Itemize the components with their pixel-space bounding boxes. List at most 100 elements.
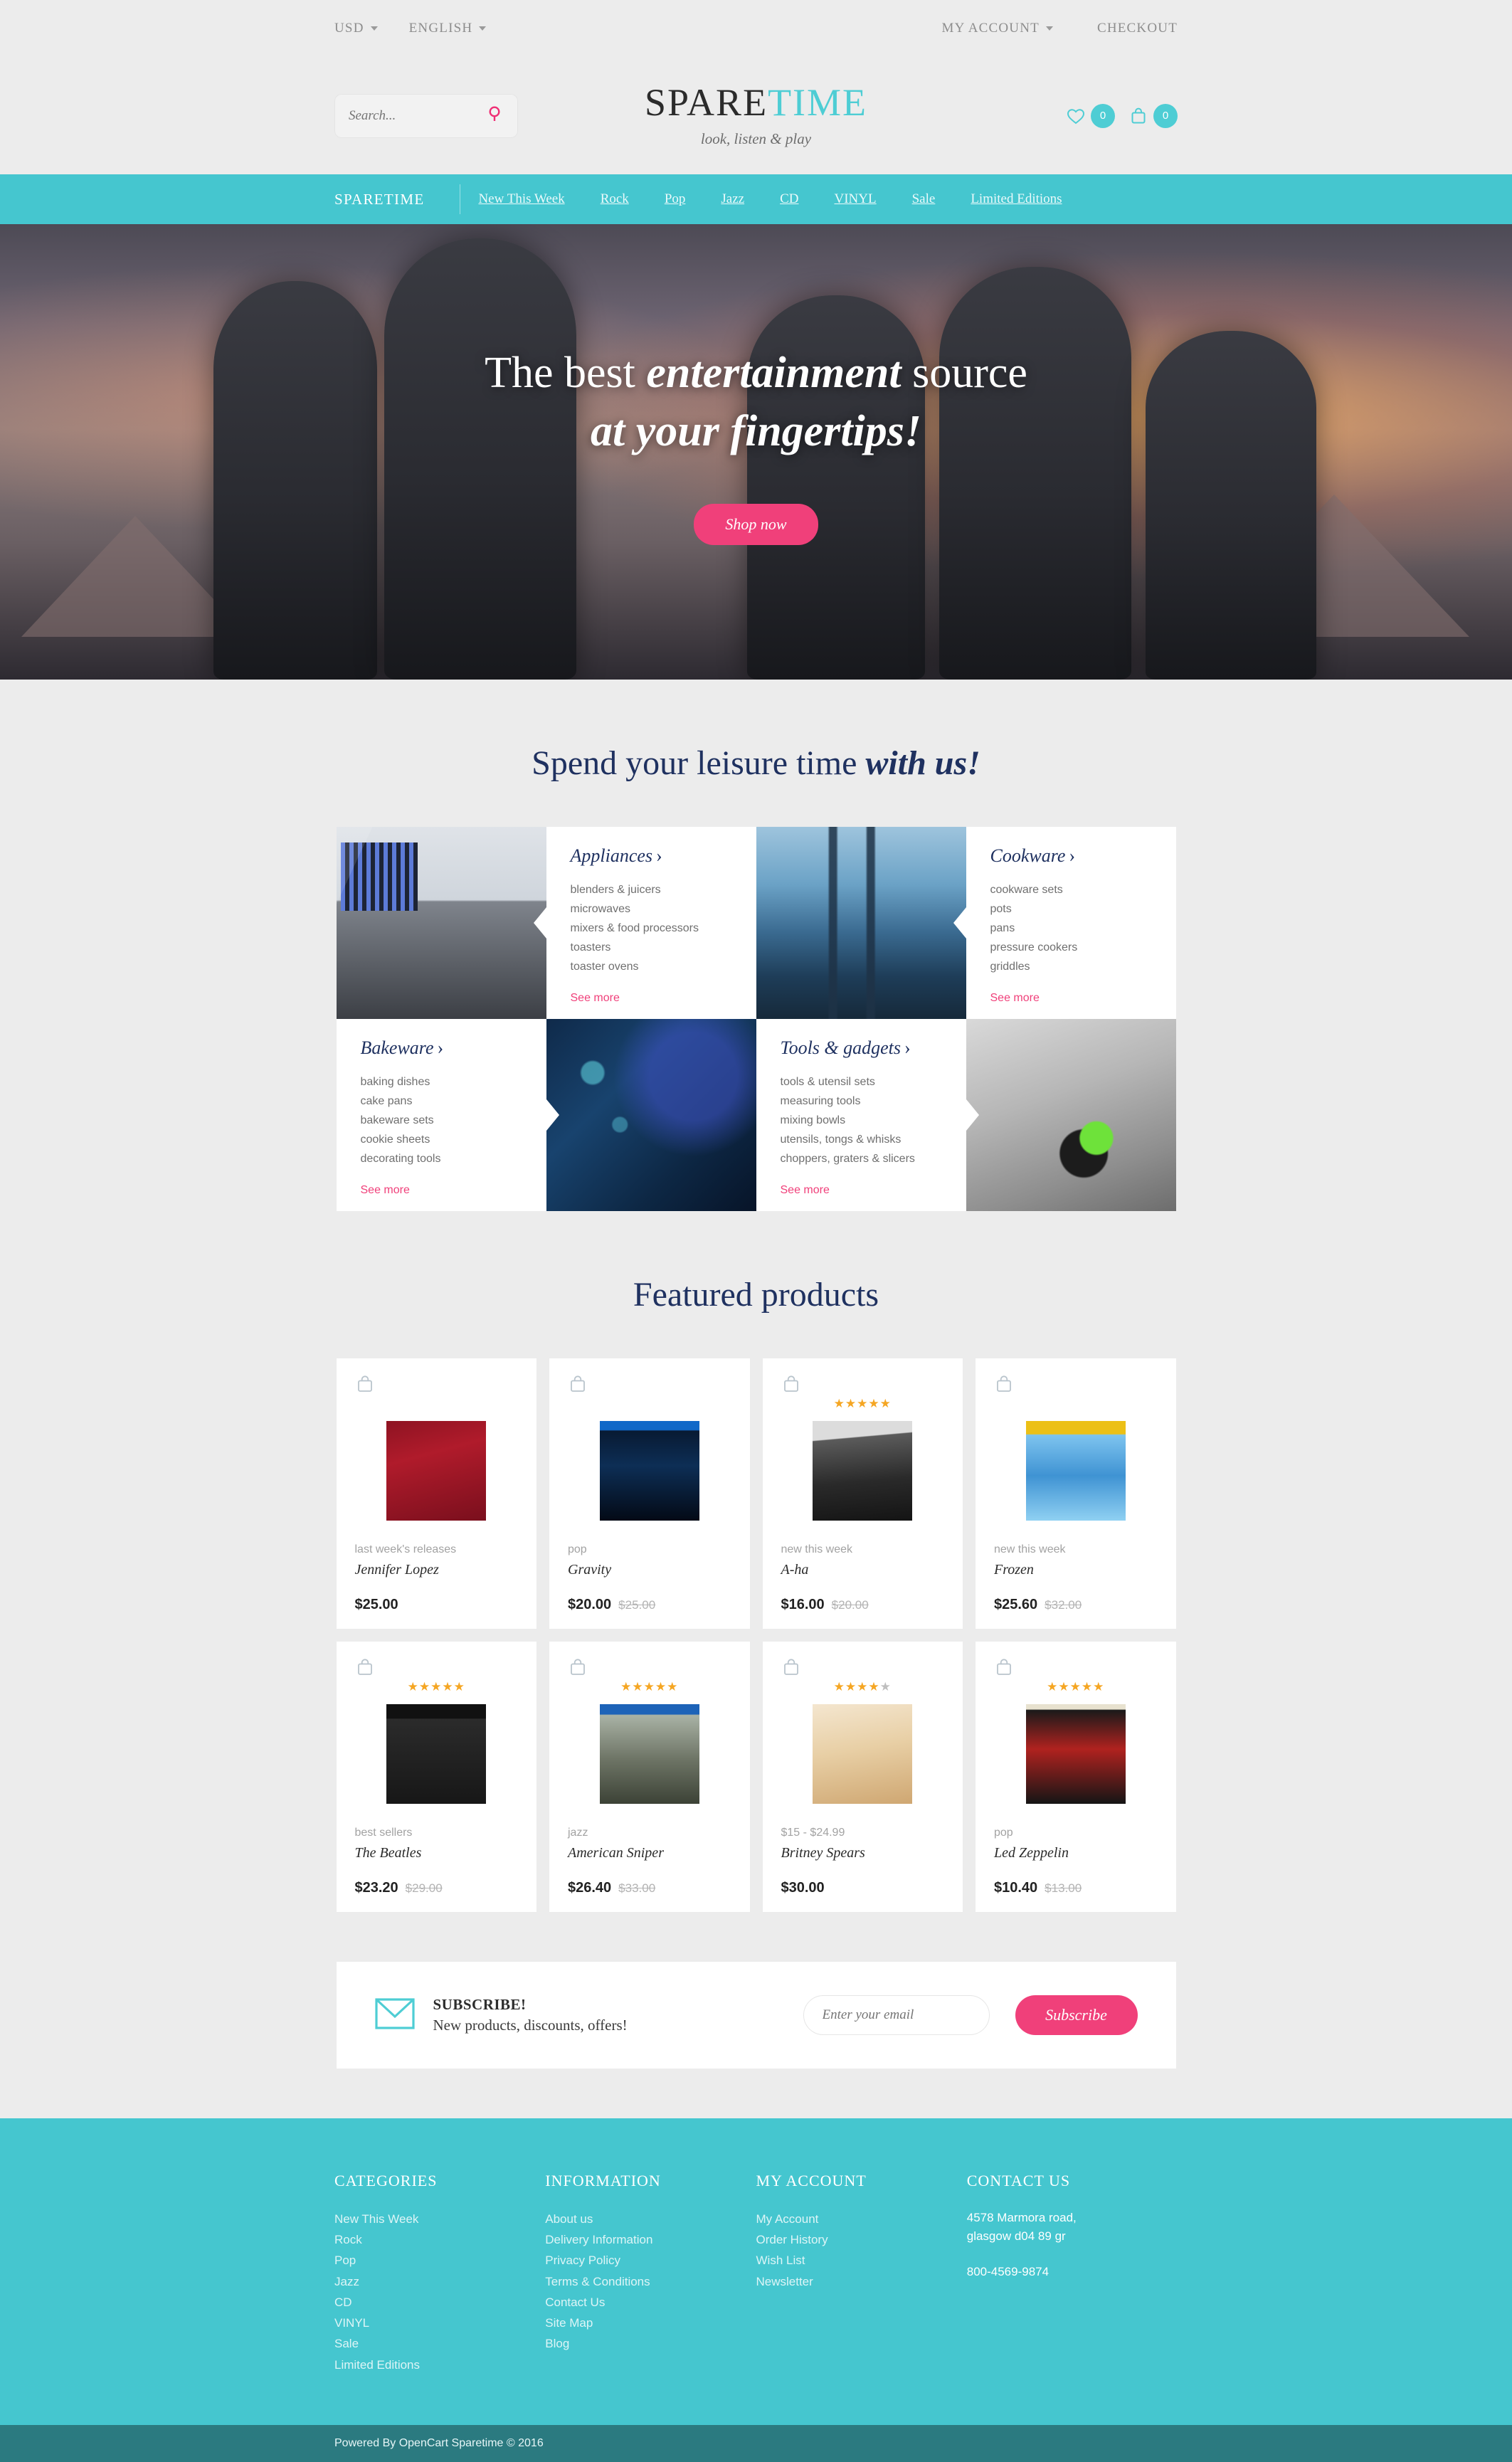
product-cover-image[interactable] <box>1025 1704 1126 1804</box>
product-name[interactable]: Led Zeppelin <box>994 1845 1158 1861</box>
product-name[interactable]: A-ha <box>781 1562 945 1578</box>
search-input[interactable] <box>349 107 470 124</box>
search-box[interactable] <box>334 93 518 138</box>
category-title-bakeware[interactable]: Bakeware › <box>361 1037 522 1059</box>
footer-phone[interactable]: 800-4569-9874 <box>967 2265 1178 2279</box>
product-name[interactable]: American Sniper <box>568 1845 731 1861</box>
wishlist-widget[interactable]: 0 <box>1065 103 1115 128</box>
list-item[interactable]: baking dishes <box>361 1073 522 1092</box>
nav-item-cd[interactable]: CD <box>762 191 816 207</box>
see-more-appliances[interactable]: See more <box>571 992 620 1005</box>
list-item[interactable]: blenders & juicers <box>571 881 732 900</box>
footer-account-link[interactable]: Wish List <box>756 2250 967 2271</box>
nav-item-jazz[interactable]: Jazz <box>703 191 762 207</box>
language-selector[interactable]: ENGLISH <box>409 21 487 36</box>
product-card[interactable]: ★★★★★ best sellers The Beatles $23.20 $29.00 <box>336 1642 536 1912</box>
footer-information-link[interactable]: Contact Us <box>545 2292 756 2313</box>
footer-category-link[interactable]: Rock <box>334 2229 545 2250</box>
list-item[interactable]: griddles <box>990 958 1152 977</box>
subscribe-button[interactable]: Subscribe <box>1015 1995 1138 2035</box>
nav-item-rock[interactable]: Rock <box>583 191 647 207</box>
list-item[interactable]: cookware sets <box>990 881 1152 900</box>
product-card[interactable]: ★last week's releasesJennifer Lopez$25.0… <box>336 1358 536 1629</box>
category-title-cookware[interactable]: Cookware › <box>990 845 1152 867</box>
product-cover-image[interactable] <box>599 1704 699 1804</box>
nav-item-sale[interactable]: Sale <box>894 191 953 207</box>
add-to-cart-icon[interactable] <box>781 1657 801 1681</box>
footer-category-link[interactable]: Jazz <box>334 2271 545 2292</box>
email-field[interactable] <box>803 1995 990 2035</box>
product-name[interactable]: Gravity <box>568 1562 731 1578</box>
list-item[interactable]: utensils, tongs & whisks <box>781 1131 942 1150</box>
product-cover-image[interactable] <box>599 1421 699 1521</box>
add-to-cart-icon[interactable] <box>355 1657 375 1681</box>
footer-category-link[interactable]: Limited Editions <box>334 2355 545 2375</box>
footer-account-link[interactable]: Order History <box>756 2229 967 2250</box>
list-item[interactable]: bakeware sets <box>361 1111 522 1131</box>
list-item[interactable]: decorating tools <box>361 1150 522 1169</box>
nav-item-vinyl[interactable]: VINYL <box>817 191 894 207</box>
footer-account-link[interactable]: Newsletter <box>756 2271 967 2292</box>
product-name[interactable]: Britney Spears <box>781 1845 945 1861</box>
add-to-cart-icon[interactable] <box>568 1374 588 1398</box>
category-image-bakeware[interactable] <box>546 1019 756 1211</box>
footer-category-link[interactable]: Pop <box>334 2250 545 2271</box>
see-more-bakeware[interactable]: See more <box>361 1184 410 1197</box>
add-to-cart-icon[interactable] <box>994 1657 1014 1681</box>
search-icon[interactable] <box>488 106 504 125</box>
product-card[interactable]: ★★★★★ jazz American Sniper $26.40 $33.00 <box>549 1642 750 1912</box>
list-item[interactable]: cookie sheets <box>361 1131 522 1150</box>
list-item[interactable]: microwaves <box>571 900 732 919</box>
add-to-cart-icon[interactable] <box>994 1374 1014 1398</box>
product-card[interactable]: ★★★★★ new this week A-ha $16.00 $20.00 <box>762 1358 963 1629</box>
product-cover-image[interactable] <box>813 1421 913 1521</box>
my-account-menu[interactable]: MY ACCOUNT <box>942 21 1053 36</box>
footer-category-link[interactable]: Sale <box>334 2333 545 2354</box>
product-card[interactable]: ★popGravity$20.00$25.00 <box>549 1358 750 1629</box>
list-item[interactable]: mixing bowls <box>781 1111 942 1131</box>
footer-information-link[interactable]: Privacy Policy <box>545 2250 756 2271</box>
add-to-cart-icon[interactable] <box>781 1374 801 1398</box>
footer-information-link[interactable]: Blog <box>545 2333 756 2354</box>
nav-brand[interactable]: SPARETIME <box>334 184 461 214</box>
see-more-tools-gadgets[interactable]: See more <box>781 1184 830 1197</box>
product-cover-image[interactable] <box>1025 1421 1126 1521</box>
category-image-appliances[interactable] <box>336 827 546 1019</box>
list-item[interactable]: tools & utensil sets <box>781 1073 942 1092</box>
category-image-tools-gadgets[interactable] <box>966 1019 1176 1211</box>
category-title-tools-gadgets[interactable]: Tools & gadgets › <box>781 1037 942 1059</box>
footer-category-link[interactable]: VINYL <box>334 2313 545 2333</box>
list-item[interactable]: pots <box>990 900 1152 919</box>
product-cover-image[interactable] <box>386 1704 487 1804</box>
list-item[interactable]: pressure cookers <box>990 939 1152 958</box>
product-cover-image[interactable] <box>386 1421 487 1521</box>
footer-information-link[interactable]: Terms & Conditions <box>545 2271 756 2292</box>
footer-information-link[interactable]: Site Map <box>545 2313 756 2333</box>
product-card[interactable]: ★★★★★ pop Led Zeppelin $10.40 $13.00 <box>976 1642 1176 1912</box>
footer-information-link[interactable]: Delivery Information <box>545 2229 756 2250</box>
list-item[interactable]: measuring tools <box>781 1092 942 1111</box>
list-item[interactable]: mixers & food processors <box>571 919 732 939</box>
footer-category-link[interactable]: New This Week <box>334 2209 545 2229</box>
footer-category-link[interactable]: CD <box>334 2292 545 2313</box>
list-item[interactable]: toasters <box>571 939 732 958</box>
list-item[interactable]: toaster ovens <box>571 958 732 977</box>
product-name[interactable]: Frozen <box>994 1562 1158 1578</box>
nav-item-limited-editions[interactable]: Limited Editions <box>953 191 1079 207</box>
list-item[interactable]: pans <box>990 919 1152 939</box>
footer-account-link[interactable]: My Account <box>756 2209 967 2229</box>
footer-information-link[interactable]: About us <box>545 2209 756 2229</box>
product-name[interactable]: The Beatles <box>355 1845 519 1861</box>
shop-now-button[interactable]: Shop now <box>694 503 818 545</box>
category-image-cookware[interactable] <box>756 827 966 1019</box>
site-logo[interactable]: SPARETIME <box>645 83 867 122</box>
cart-widget[interactable]: 0 <box>1128 103 1178 128</box>
add-to-cart-icon[interactable] <box>568 1657 588 1681</box>
nav-item-new-this-week[interactable]: New This Week <box>460 191 582 207</box>
currency-selector[interactable]: USD <box>334 21 378 36</box>
checkout-link[interactable]: CHECKOUT <box>1097 21 1178 36</box>
list-item[interactable]: cake pans <box>361 1092 522 1111</box>
product-cover-image[interactable] <box>813 1704 913 1804</box>
nav-item-pop[interactable]: Pop <box>647 191 704 207</box>
see-more-cookware[interactable]: See more <box>990 992 1040 1005</box>
